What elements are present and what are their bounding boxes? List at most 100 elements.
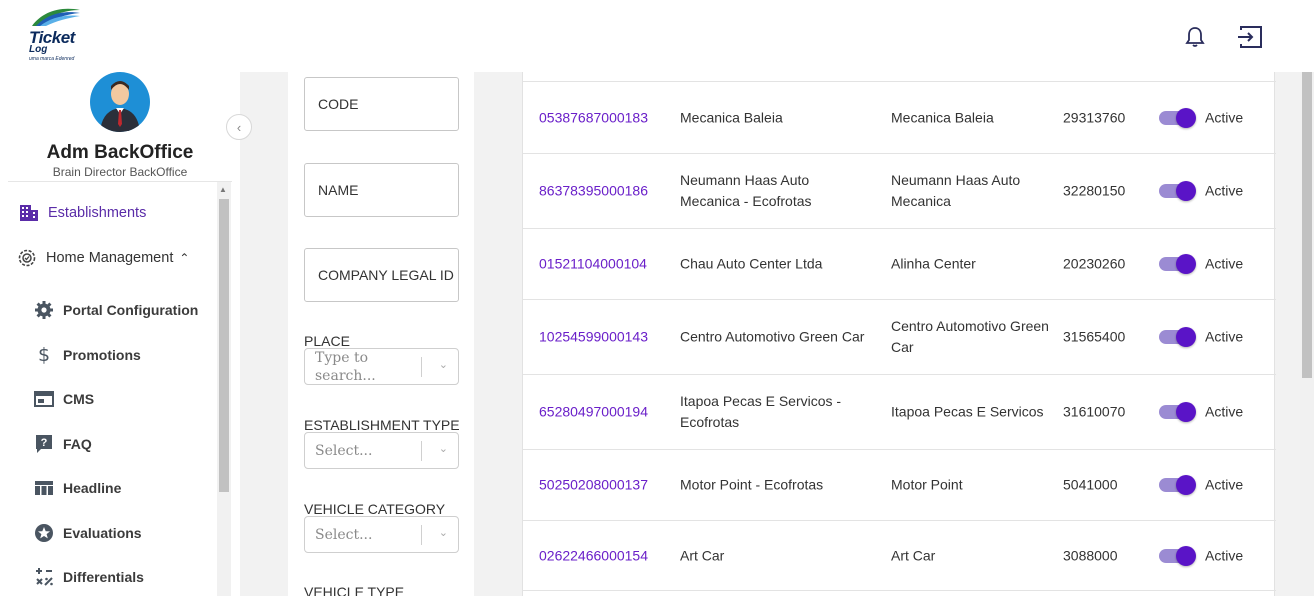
trade-name: Neumann Haas Auto Mecanica xyxy=(891,172,1021,209)
cnpj-link[interactable]: 02622466000154 xyxy=(539,545,648,566)
collapse-sidebar-button[interactable]: ‹ xyxy=(226,114,252,140)
company-name: Art Car xyxy=(680,547,725,563)
page-scrollbar-thumb[interactable] xyxy=(1302,72,1312,378)
cnpj-link[interactable]: 50250208000137 xyxy=(539,475,648,496)
logo-text-log: Log xyxy=(29,44,48,55)
establishment-code: 31610070 xyxy=(1063,403,1126,420)
place-select[interactable]: Type to search... ⌄ xyxy=(304,348,459,385)
trade-name: Art Car xyxy=(891,547,936,563)
toggle-knob xyxy=(1176,402,1196,422)
gear-icon xyxy=(16,247,38,269)
table-row[interactable]: 50250208000137 Motor Point - Ecofrotas M… xyxy=(523,449,1276,520)
dollar-icon: $ xyxy=(37,344,51,366)
sidebar-item-label: Headline xyxy=(63,480,122,496)
status-toggle[interactable] xyxy=(1159,181,1197,201)
company-name: Itapoa Pecas E Servicos - Ecofrotas xyxy=(680,393,842,430)
sidebar-item-differentials[interactable]: Differentials xyxy=(33,566,144,588)
toggle-knob xyxy=(1176,181,1196,201)
table-row[interactable]: 01521104000104 Chau Auto Center Ltda Ali… xyxy=(523,228,1276,299)
sidebar-item-portal-configuration[interactable]: Portal Configuration xyxy=(33,299,198,321)
legal-id-filter-input[interactable]: COMPANY LEGAL ID xyxy=(304,248,459,302)
cnpj-link[interactable]: 86378395000186 xyxy=(539,181,648,202)
logo-swoosh-icon xyxy=(32,8,80,26)
sidebar-item-label: Differentials xyxy=(63,569,144,585)
table-row[interactable]: 05387687000183 Mecanica Baleia Mecanica … xyxy=(523,81,1276,153)
status-toggle[interactable] xyxy=(1159,545,1197,566)
status-toggle[interactable] xyxy=(1159,107,1197,128)
establishment-code: 3088000 xyxy=(1063,547,1118,563)
chevron-down-icon[interactable]: ⌄ xyxy=(439,358,448,371)
status-label: Active xyxy=(1205,403,1244,420)
sidebar-item-label: FAQ xyxy=(63,436,92,452)
toggle-knob xyxy=(1176,254,1196,274)
cnpj-link[interactable]: 01521104000104 xyxy=(539,254,647,275)
cnpj-link[interactable]: 10254599000143 xyxy=(539,327,648,348)
cog-icon xyxy=(33,299,55,321)
toggle-knob xyxy=(1176,545,1196,566)
chevron-down-icon[interactable]: ⌄ xyxy=(439,526,448,539)
scroll-up-arrow-icon[interactable]: ▲ xyxy=(219,185,227,194)
cnpj-link[interactable]: 05387687000183 xyxy=(539,107,648,128)
establishment-code: 5041000 xyxy=(1063,476,1118,493)
chevron-down-icon[interactable]: ⌄ xyxy=(439,442,448,455)
toggle-knob xyxy=(1176,107,1196,128)
sidebar-item-label: Portal Configuration xyxy=(63,302,199,318)
status-toggle[interactable] xyxy=(1159,327,1197,347)
sidebar-item-establishments[interactable]: Establishments xyxy=(18,202,146,224)
sidebar-item-label: CMS xyxy=(63,391,95,407)
trade-name: Centro Automotivo Green Car xyxy=(891,318,1049,355)
user-role: Brain Director BackOffice xyxy=(52,165,188,179)
place-label: PLACE xyxy=(304,333,350,349)
status-toggle[interactable] xyxy=(1159,402,1197,422)
establishment-type-select[interactable]: Select... ⌄ xyxy=(304,432,459,469)
sidebar-item-label: Evaluations xyxy=(63,525,142,541)
vehicle-category-placeholder: Select... xyxy=(315,526,373,543)
table-row[interactable]: 86378395000186 Neumann Haas Auto Mecanic… xyxy=(523,153,1276,228)
sidebar-item-faq[interactable]: ? FAQ xyxy=(33,433,92,455)
table-row[interactable]: 10254599000143 Centro Automotivo Green C… xyxy=(523,299,1276,374)
establishments-table: 05387687000183 Mecanica Baleia Mecanica … xyxy=(522,72,1276,596)
sidebar: ‹ Adm BackOffice Brain Director BackOffi… xyxy=(0,72,252,596)
establishment-code: 31565400 xyxy=(1063,328,1126,345)
bell-icon[interactable] xyxy=(1182,24,1208,50)
code-filter-input[interactable]: CODE xyxy=(304,77,459,131)
vehicle-category-select[interactable]: Select... ⌄ xyxy=(304,516,459,553)
table-row[interactable]: 02622466000154 Art Car Art Car 3088000 A… xyxy=(523,520,1276,591)
svg-text:?: ? xyxy=(41,437,48,449)
status-label: Active xyxy=(1205,547,1244,563)
ticket-log-logo: Ticket Log uma marca Edenred xyxy=(26,4,88,64)
sidebar-item-evaluations[interactable]: Evaluations xyxy=(33,522,142,544)
place-placeholder: Type to search... xyxy=(315,349,376,384)
sidebar-scrollbar-thumb[interactable] xyxy=(219,199,229,492)
establishment-code: 32280150 xyxy=(1063,182,1126,199)
cnpj-link[interactable]: 65280497000194 xyxy=(539,402,648,423)
establishment-type-placeholder: Select... xyxy=(315,442,373,459)
table-row[interactable]: 65280497000194 Itapoa Pecas E Servicos -… xyxy=(523,374,1276,449)
company-name: Chau Auto Center Ltda xyxy=(680,255,823,272)
chevron-up-icon: ⌃ xyxy=(179,251,190,265)
vehicle-type-label: VEHICLE TYPE xyxy=(304,584,405,596)
status-label: Active xyxy=(1205,328,1244,345)
trade-name: Mecanica Baleia xyxy=(891,109,994,125)
window-icon xyxy=(33,388,55,410)
establishment-type-label: ESTABLISHMENT TYPE xyxy=(304,417,460,433)
filter-panel: CODE NAME COMPANY LEGAL ID PLACE Type to… xyxy=(288,72,474,596)
top-bar: Ticket Log uma marca Edenred xyxy=(0,0,1314,72)
sidebar-item-home-management[interactable]: Home Management ⌃ xyxy=(16,247,189,269)
status-toggle[interactable] xyxy=(1159,254,1197,274)
sidebar-item-headline[interactable]: Headline xyxy=(33,477,121,499)
logout-icon[interactable] xyxy=(1237,24,1263,50)
name-filter-input[interactable]: NAME xyxy=(304,163,459,217)
sidebar-item-label: Promotions xyxy=(63,347,141,363)
chevron-left-icon: ‹ xyxy=(236,119,242,135)
sidebar-item-label: Home Management xyxy=(46,250,174,266)
establishment-code: 20230260 xyxy=(1063,255,1126,272)
avatar[interactable] xyxy=(90,72,150,132)
sidebar-item-label: Establishments xyxy=(48,205,147,221)
status-toggle[interactable] xyxy=(1159,475,1197,495)
building-icon xyxy=(18,202,40,224)
sidebar-item-cms[interactable]: CMS xyxy=(33,388,94,410)
question-icon: ? xyxy=(33,433,55,455)
status-label: Active xyxy=(1205,182,1244,199)
sidebar-item-promotions[interactable]: $ Promotions xyxy=(33,344,141,366)
